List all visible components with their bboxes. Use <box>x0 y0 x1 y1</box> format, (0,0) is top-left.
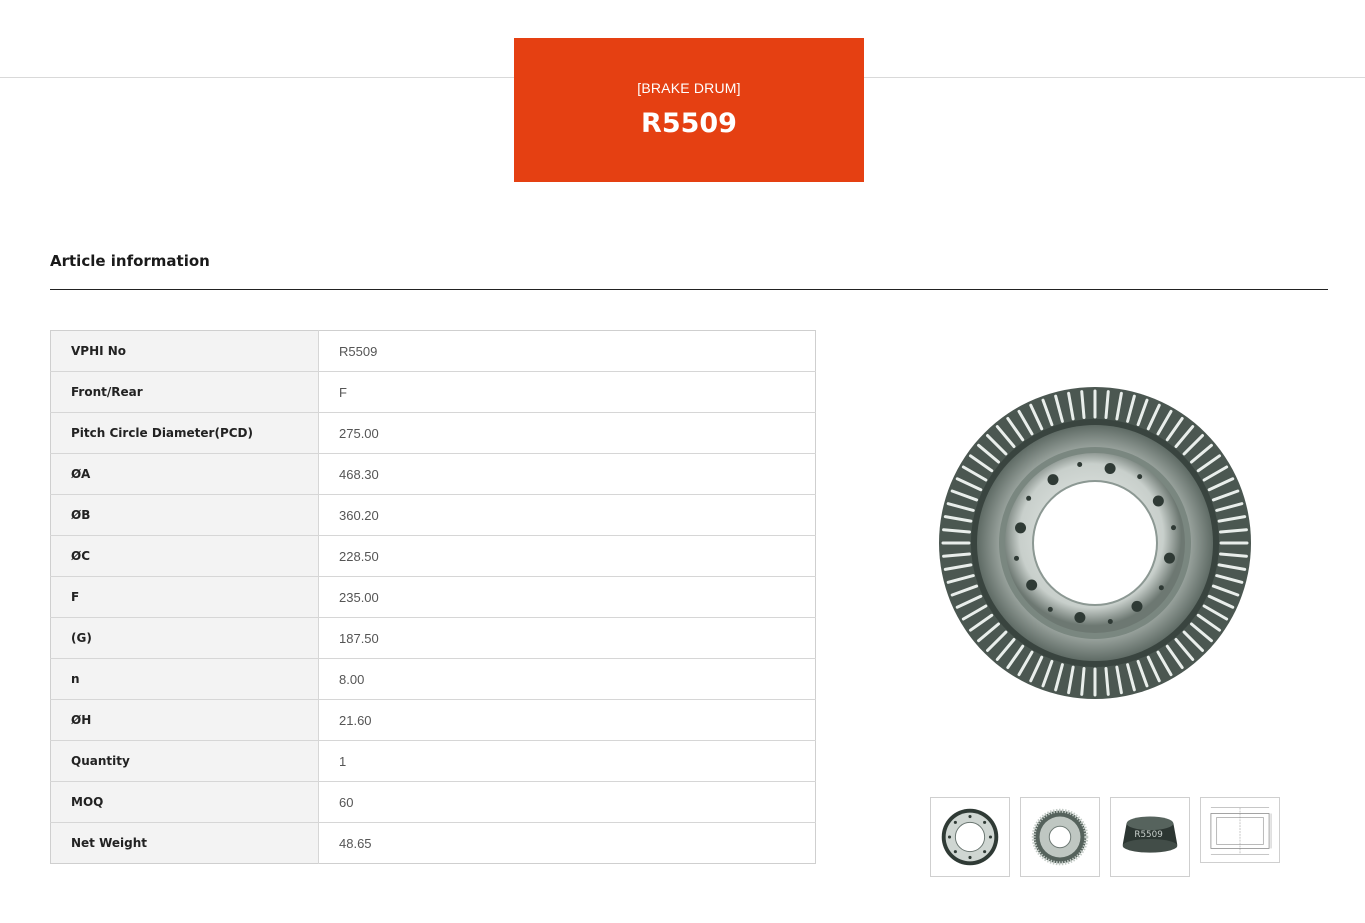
spec-label: F <box>50 576 319 618</box>
thumbnail-technical-drawing[interactable] <box>1200 797 1280 863</box>
spec-label: n <box>50 658 319 700</box>
spec-label: ØH <box>50 699 319 741</box>
spec-value: R5509 <box>318 330 816 372</box>
spec-label: ØC <box>50 535 319 577</box>
thumbnail-finned-view[interactable] <box>1020 797 1100 877</box>
spec-value: 8.00 <box>318 658 816 700</box>
section-title: Article information <box>50 252 210 270</box>
thumbnail-side-view[interactable]: R5509 <box>1110 797 1190 877</box>
spec-label: ØB <box>50 494 319 536</box>
thumbnail-front-view[interactable] <box>930 797 1010 877</box>
spec-value: F <box>318 371 816 413</box>
spec-label: (G) <box>50 617 319 659</box>
spec-label: ØA <box>50 453 319 495</box>
spec-row: MOQ 60 <box>50 781 816 823</box>
spec-label: Quantity <box>50 740 319 782</box>
spec-row: ØA 468.30 <box>50 453 816 495</box>
spec-value: 187.50 <box>318 617 816 659</box>
spec-value: 275.00 <box>318 412 816 454</box>
spec-row: Quantity 1 <box>50 740 816 782</box>
spec-value: 21.60 <box>318 699 816 741</box>
spec-value: 468.30 <box>318 453 816 495</box>
product-code-title: R5509 <box>641 108 737 139</box>
spec-label: Pitch Circle Diameter(PCD) <box>50 412 319 454</box>
spec-row: Front/Rear F <box>50 371 816 413</box>
spec-value: 48.65 <box>339 835 372 851</box>
spec-row: n 8.00 <box>50 658 816 700</box>
spec-row: ØH 21.60 <box>50 699 816 741</box>
spec-value: 60 <box>318 781 816 823</box>
spec-row: F 235.00 <box>50 576 816 618</box>
spec-row: ØB 360.20 <box>50 494 816 536</box>
spec-value: 228.50 <box>318 535 816 577</box>
article-spec-table: VPHI No R5509 Front/Rear F Pitch Circle Diam… <box>50 330 816 864</box>
spec-value: 360.20 <box>318 494 816 536</box>
spec-value: 1 <box>318 740 816 782</box>
spec-label: Front/Rear <box>50 371 319 413</box>
spec-label: MOQ <box>50 781 319 823</box>
product-hero-banner: [BRAKE DRUM] R5509 <box>514 38 864 182</box>
product-category: [BRAKE DRUM] <box>637 80 741 96</box>
spec-label: VPHI No <box>50 330 319 372</box>
spec-row: ØC 228.50 <box>50 535 816 577</box>
spec-row: Net Weight 48.65 <box>50 822 816 864</box>
section-divider <box>50 289 1328 290</box>
spec-row: VPHI No R5509 <box>50 330 816 372</box>
main-product-image <box>930 380 1260 710</box>
spec-label: Net Weight <box>50 822 319 864</box>
svg-text:R5509: R5509 <box>1134 830 1162 840</box>
spec-row: (G) 187.50 <box>50 617 816 659</box>
spec-value: 235.00 <box>318 576 816 618</box>
spec-row: Pitch Circle Diameter(PCD) 275.00 <box>50 412 816 454</box>
